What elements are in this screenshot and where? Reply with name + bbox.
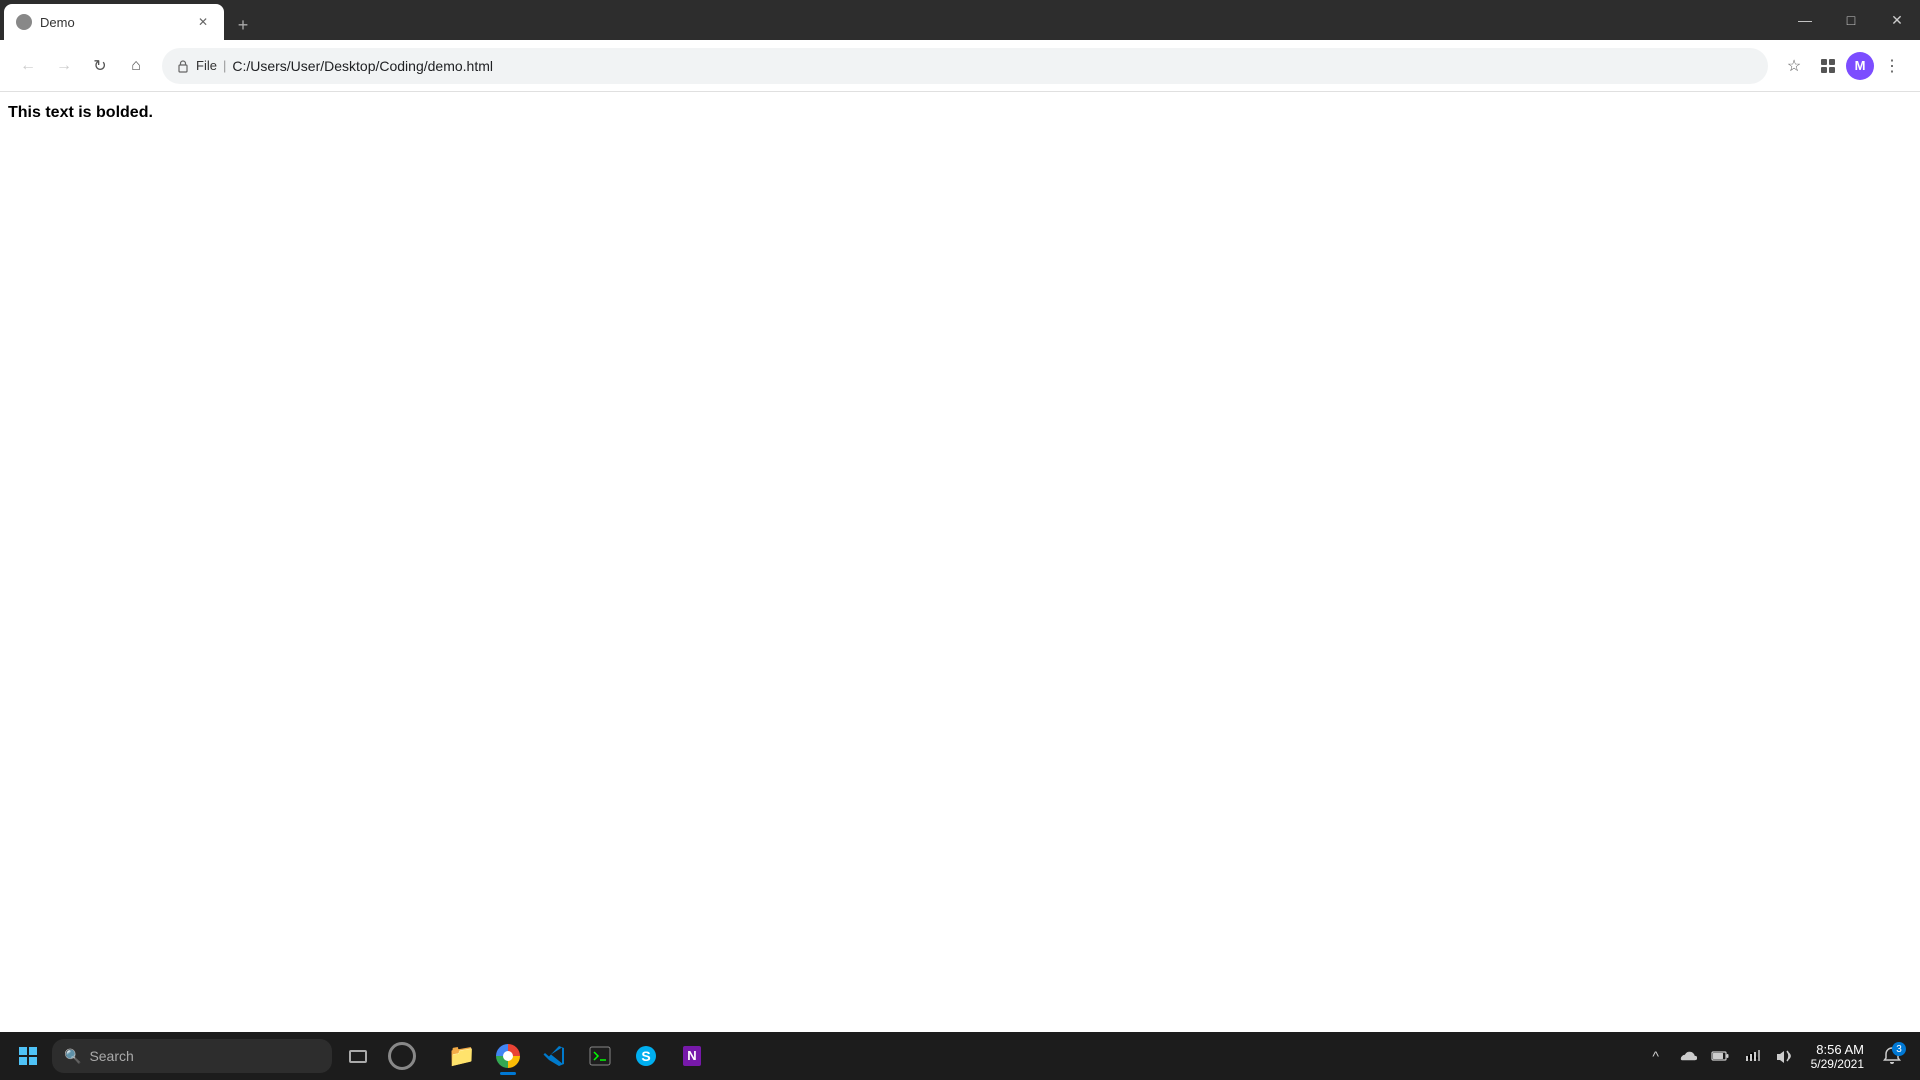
window-controls: — □ ✕	[1782, 0, 1920, 40]
clock-time: 8:56 AM	[1816, 1042, 1864, 1057]
search-icon: 🔍	[64, 1048, 81, 1065]
task-view-button[interactable]	[336, 1034, 380, 1078]
toolbar-actions: ☆ M ⋮	[1778, 50, 1908, 82]
system-tray: ^	[1641, 1036, 1799, 1076]
browser-toolbar: ← → ↻ ⌂ File | C:/Users/User/Desktop/Cod…	[0, 40, 1920, 92]
minimize-button[interactable]: —	[1782, 0, 1828, 40]
notification-badge: 3	[1892, 1042, 1906, 1056]
taskbar-app-terminal[interactable]	[578, 1034, 622, 1078]
bookmark-button[interactable]: ☆	[1778, 50, 1810, 82]
taskbar-right: ^	[1641, 1036, 1912, 1076]
chevron-up-icon: ^	[1652, 1048, 1659, 1064]
close-button[interactable]: ✕	[1874, 0, 1920, 40]
search-label: Search	[89, 1048, 133, 1064]
skype-icon: S	[634, 1044, 658, 1068]
home-button[interactable]: ⌂	[120, 50, 152, 82]
back-button[interactable]: ←	[12, 50, 44, 82]
refresh-button[interactable]: ↻	[84, 50, 116, 82]
menu-button[interactable]: ⋮	[1876, 50, 1908, 82]
lock-icon	[176, 59, 190, 73]
title-bar: Demo ✕ + — □ ✕	[0, 0, 1920, 40]
address-text: C:/Users/User/Desktop/Coding/demo.html	[232, 58, 1754, 74]
tab-favicon	[16, 14, 32, 30]
file-explorer-icon: 📁	[448, 1043, 475, 1069]
address-bar[interactable]: File | C:/Users/User/Desktop/Coding/demo…	[162, 48, 1768, 84]
new-tab-button[interactable]: +	[228, 10, 258, 40]
taskbar-app-skype[interactable]: S	[624, 1034, 668, 1078]
tabs-area: Demo ✕ +	[0, 0, 1782, 40]
taskbar-search[interactable]: 🔍 Search	[52, 1039, 332, 1073]
active-tab[interactable]: Demo ✕	[4, 4, 224, 40]
tab-title: Demo	[40, 15, 186, 30]
profile-avatar[interactable]: M	[1846, 52, 1874, 80]
svg-text:S: S	[641, 1048, 650, 1064]
svg-text:N: N	[687, 1048, 696, 1063]
taskbar-apps: 📁	[440, 1034, 714, 1078]
clock-date: 5/29/2021	[1811, 1057, 1864, 1071]
volume-icon[interactable]	[1769, 1036, 1799, 1076]
cortana-button[interactable]	[380, 1034, 424, 1078]
task-view-icon	[349, 1050, 367, 1063]
show-hidden-icons-button[interactable]: ^	[1641, 1036, 1671, 1076]
browser-window: Demo ✕ + — □ ✕ ← → ↻ ⌂ File | C:/Users/U…	[0, 0, 1920, 1080]
extensions-button[interactable]	[1812, 50, 1844, 82]
chrome-icon	[496, 1044, 520, 1068]
windows-logo-icon	[19, 1047, 37, 1065]
taskbar-app-file-explorer[interactable]: 📁	[440, 1034, 484, 1078]
start-button[interactable]	[8, 1036, 48, 1076]
notification-button[interactable]: 3	[1876, 1036, 1908, 1076]
tab-close-button[interactable]: ✕	[194, 13, 212, 31]
onedrive-icon[interactable]	[1673, 1036, 1703, 1076]
battery-icon[interactable]	[1705, 1036, 1735, 1076]
vscode-icon	[542, 1044, 566, 1068]
terminal-icon	[588, 1044, 612, 1068]
taskbar: 🔍 Search 📁	[0, 1032, 1920, 1080]
clock[interactable]: 8:56 AM 5/29/2021	[1803, 1036, 1872, 1076]
onenote-icon: N	[680, 1044, 704, 1068]
taskbar-app-vscode[interactable]	[532, 1034, 576, 1078]
page-content: This text is bolded.	[0, 92, 1920, 1032]
forward-button[interactable]: →	[48, 50, 80, 82]
network-icon[interactable]	[1737, 1036, 1767, 1076]
bold-text: This text is bolded.	[8, 104, 153, 121]
address-separator: |	[223, 58, 226, 73]
maximize-button[interactable]: □	[1828, 0, 1874, 40]
cortana-icon	[388, 1042, 416, 1070]
taskbar-app-chrome[interactable]	[486, 1034, 530, 1078]
file-protocol-label: File	[196, 58, 217, 73]
taskbar-app-onenote[interactable]: N	[670, 1034, 714, 1078]
